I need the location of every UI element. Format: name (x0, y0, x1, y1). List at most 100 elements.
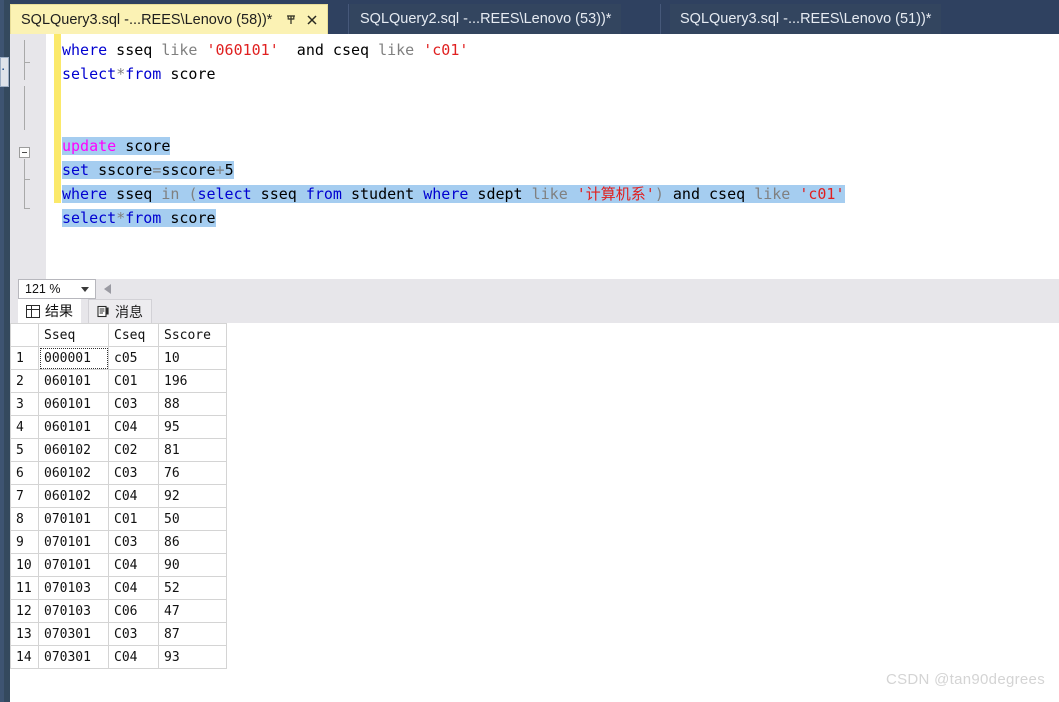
cell-sseq[interactable]: 070103 (38, 599, 109, 623)
table-row[interactable]: 6 060102 C03 76 (10, 461, 227, 485)
cell-sseq[interactable]: 070101 (38, 507, 109, 531)
cell-sseq[interactable]: 070301 (38, 645, 109, 669)
cell-sscore[interactable]: 81 (158, 438, 227, 462)
code-line[interactable]: set sscore=sscore+5 (62, 158, 234, 182)
results-grid-container[interactable]: Sseq Cseq Sscore 1 000001 c05 10 2 060101 C01 1… (10, 323, 1059, 702)
cell-sseq[interactable]: 070101 (38, 530, 109, 554)
row-number[interactable]: 9 (10, 530, 39, 554)
cell-cseq[interactable]: C04 (108, 484, 159, 508)
cell-cseq[interactable]: C03 (108, 530, 159, 554)
cell-cseq[interactable]: C06 (108, 599, 159, 623)
table-row[interactable]: 3 060101 C03 88 (10, 392, 227, 416)
row-number[interactable]: 7 (10, 484, 39, 508)
row-number[interactable]: 6 (10, 461, 39, 485)
cell-sscore[interactable]: 47 (158, 599, 227, 623)
table-row[interactable]: 13 070301 C03 87 (10, 622, 227, 646)
row-number[interactable]: 1 (10, 346, 39, 370)
autohide-panel-tab[interactable]: ▪ (0, 57, 9, 87)
table-row[interactable]: 2 060101 C01 196 (10, 369, 227, 393)
row-number[interactable]: 2 (10, 369, 39, 393)
cell-sseq[interactable]: 070101 (38, 553, 109, 577)
cell-cseq[interactable]: C04 (108, 553, 159, 577)
row-number[interactable]: 11 (10, 576, 39, 600)
cell-sseq[interactable]: 060101 (38, 392, 109, 416)
row-number[interactable]: 3 (10, 392, 39, 416)
cell-sseq[interactable]: 060101 (38, 415, 109, 439)
cell-sseq[interactable]: 060102 (38, 461, 109, 485)
zoom-level-combobox[interactable]: 121 % (18, 279, 96, 299)
cell-sscore[interactable]: 90 (158, 553, 227, 577)
cell-sseq[interactable]: 060101 (38, 369, 109, 393)
collapse-minus-icon[interactable] (19, 147, 30, 158)
column-header-sscore[interactable]: Sscore (158, 323, 227, 347)
table-row[interactable]: 12 070103 C06 47 (10, 599, 227, 623)
table-row[interactable]: 1 000001 c05 10 (10, 346, 227, 370)
document-tab-strip: SQLQuery3.sql -...REES\Lenovo (58))* SQL… (10, 0, 1059, 34)
code-line[interactable]: where sseq like '060101' and cseq like '… (62, 38, 468, 62)
cell-cseq[interactable]: C04 (108, 415, 159, 439)
cell-sseq[interactable]: 000001 (38, 346, 109, 370)
table-row[interactable]: 7 060102 C04 92 (10, 484, 227, 508)
chevron-down-icon[interactable] (81, 287, 89, 292)
cell-sscore[interactable]: 95 (158, 415, 227, 439)
cell-cseq[interactable]: c05 (108, 346, 159, 370)
close-icon[interactable] (305, 13, 319, 27)
cell-sscore[interactable]: 86 (158, 530, 227, 554)
cell-sscore[interactable]: 87 (158, 622, 227, 646)
tab-messages[interactable]: 消息 (88, 299, 152, 323)
tab-results[interactable]: 结果 (18, 299, 81, 323)
cell-cseq[interactable]: C03 (108, 461, 159, 485)
cell-sscore[interactable]: 50 (158, 507, 227, 531)
cell-cseq[interactable]: C04 (108, 576, 159, 600)
scroll-left-arrow-icon[interactable] (104, 284, 111, 294)
row-number[interactable]: 4 (10, 415, 39, 439)
column-header-cseq[interactable]: Cseq (108, 323, 159, 347)
tab-sqlquery3-51[interactable]: SQLQuery3.sql -...REES\Lenovo (51))* (670, 4, 942, 34)
tab-sqlquery2-53[interactable]: SQLQuery2.sql -...REES\Lenovo (53))* (350, 4, 622, 34)
cell-cseq[interactable]: C03 (108, 622, 159, 646)
code-text[interactable]: where sseq like '060101' and cseq like '… (62, 34, 1059, 279)
cell-sseq[interactable]: 070301 (38, 622, 109, 646)
table-row[interactable]: 14 070301 C04 93 (10, 645, 227, 669)
cell-cseq[interactable]: C04 (108, 645, 159, 669)
cell-sseq[interactable]: 070103 (38, 576, 109, 600)
column-header-sseq[interactable]: Sseq (38, 323, 109, 347)
row-header-corner[interactable] (10, 323, 39, 347)
cell-sscore[interactable]: 76 (158, 461, 227, 485)
cell-sseq[interactable]: 060102 (38, 438, 109, 462)
table-row[interactable]: 5 060102 C02 81 (10, 438, 227, 462)
code-line[interactable]: where sseq in (select sseq from student … (62, 182, 845, 206)
cell-cseq[interactable]: C02 (108, 438, 159, 462)
cell-sscore[interactable]: 92 (158, 484, 227, 508)
row-number[interactable]: 8 (10, 507, 39, 531)
cell-sseq[interactable]: 060102 (38, 484, 109, 508)
cell-sscore[interactable]: 93 (158, 645, 227, 669)
row-number[interactable]: 5 (10, 438, 39, 462)
cell-cseq[interactable]: C01 (108, 369, 159, 393)
pin-icon[interactable] (284, 13, 298, 27)
tab-sqlquery3-58[interactable]: SQLQuery3.sql -...REES\Lenovo (58))* (10, 4, 329, 34)
row-number[interactable]: 13 (10, 622, 39, 646)
cell-sscore[interactable]: 10 (158, 346, 227, 370)
table-row[interactable]: 9 070101 C03 86 (10, 530, 227, 554)
cell-cseq[interactable]: C01 (108, 507, 159, 531)
results-grid[interactable]: Sseq Cseq Sscore 1 000001 c05 10 2 060101 C01 1… (10, 323, 227, 669)
sql-editor[interactable]: where sseq like '060101' and cseq like '… (10, 34, 1059, 279)
row-number[interactable]: 12 (10, 599, 39, 623)
code-line[interactable]: select*from score (62, 62, 216, 86)
code-token: 5 (224, 161, 234, 179)
cell-cseq[interactable]: C03 (108, 392, 159, 416)
table-row[interactable]: 11 070103 C04 52 (10, 576, 227, 600)
code-line[interactable]: update score (62, 134, 171, 158)
table-row[interactable]: 8 070101 C01 50 (10, 507, 227, 531)
code-token: sseq (251, 185, 306, 203)
row-number[interactable]: 10 (10, 553, 39, 577)
table-row[interactable]: 4 060101 C04 95 (10, 415, 227, 439)
cell-sscore[interactable]: 88 (158, 392, 227, 416)
cell-sscore[interactable]: 52 (158, 576, 227, 600)
cell-sscore[interactable]: 196 (158, 369, 227, 393)
table-row[interactable]: 10 070101 C04 90 (10, 553, 227, 577)
row-number[interactable]: 14 (10, 645, 39, 669)
code-line[interactable]: select*from score (62, 206, 216, 230)
results-grid-body[interactable]: 1 000001 c05 10 2 060101 C01 196 3 060101 C03 88 4 06… (10, 346, 227, 669)
